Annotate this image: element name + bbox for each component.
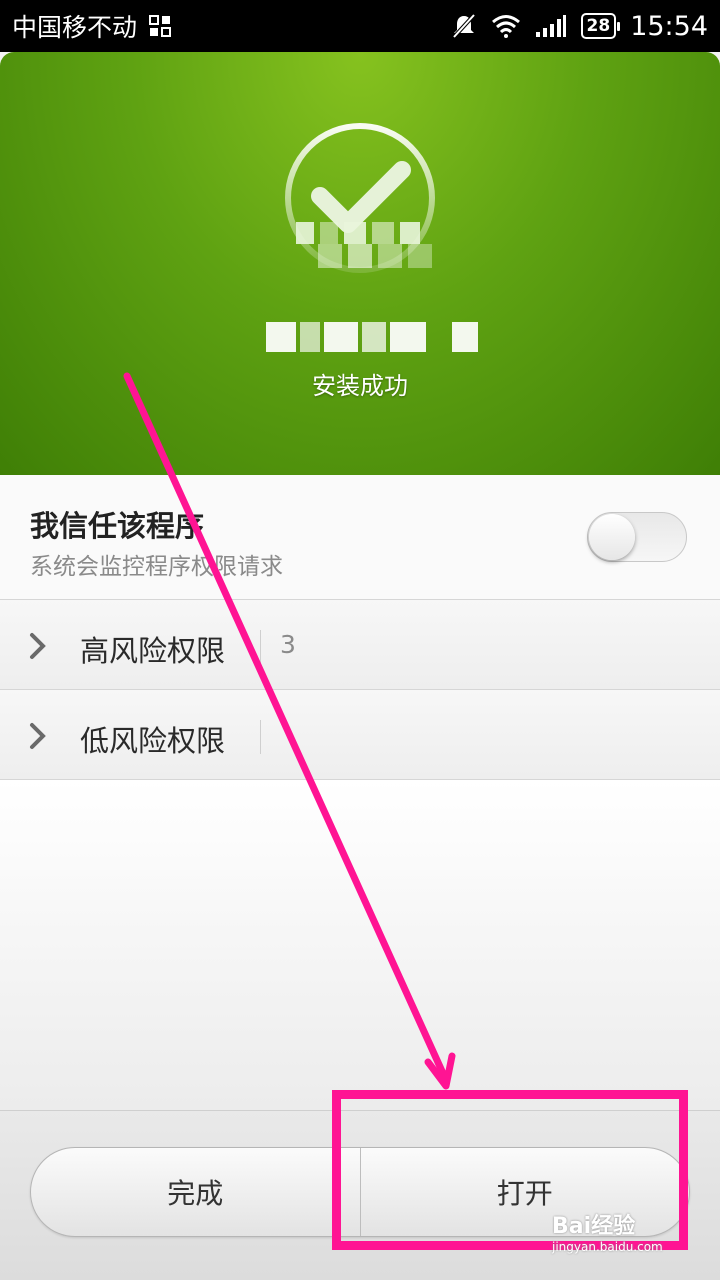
permission-row-high[interactable]: 高风险权限 3 (0, 600, 720, 690)
signal-icon (535, 15, 566, 37)
status-bar: 中国移不动 28 15:54 (0, 0, 720, 52)
watermark: Bai经验 jingyan.baidu.com (552, 1208, 663, 1254)
chevron-right-icon (30, 723, 46, 749)
content-empty-area (0, 780, 720, 1110)
battery-indicator: 28 (580, 13, 620, 39)
app-icon-mosaic-lower (318, 244, 432, 268)
permission-label: 高风险权限 (80, 634, 226, 668)
status-icons: 28 15:54 (451, 11, 708, 42)
install-status-text: 安装成功 (312, 372, 408, 400)
trust-title: 我信任该程序 (30, 509, 205, 543)
divider (260, 720, 261, 754)
clock: 15:54 (630, 10, 708, 42)
app-icon-mosaic (296, 222, 420, 244)
done-button[interactable]: 完成 (31, 1148, 360, 1236)
carrier-name: 中国移不动 (12, 13, 138, 42)
trust-program-row: 我信任该程序 系统会监控程序权限请求 (0, 475, 720, 600)
install-success-header: 安装成功 (0, 52, 720, 475)
permission-label: 低风险权限 (80, 724, 226, 758)
notification-grid-icon (149, 15, 172, 37)
trust-subtitle: 系统会监控程序权限请求 (30, 554, 283, 580)
permission-count: 3 (280, 630, 296, 659)
app-name-mosaic (266, 322, 478, 352)
mute-bell-icon (452, 13, 475, 39)
divider (260, 630, 261, 664)
wifi-icon (491, 15, 520, 38)
watermark-url: jingyan.baidu.com (552, 1240, 663, 1254)
trust-toggle[interactable] (587, 512, 687, 562)
permission-row-low[interactable]: 低风险权限 (0, 690, 720, 780)
chevron-right-icon (30, 633, 46, 659)
toggle-knob (589, 514, 635, 560)
carrier-group: 中国移不动 (12, 8, 172, 44)
watermark-brand: Bai经验 (552, 1214, 636, 1239)
